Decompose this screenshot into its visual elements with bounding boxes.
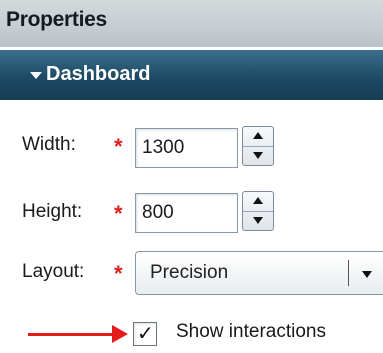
arrow-down-icon bbox=[253, 217, 263, 224]
properties-header: Properties bbox=[0, 0, 383, 47]
annotation-arrow-shaft bbox=[28, 333, 120, 336]
width-field-container bbox=[135, 128, 238, 168]
width-increment-button[interactable] bbox=[243, 127, 273, 147]
arrow-up-icon bbox=[253, 197, 263, 204]
required-marker: * bbox=[114, 201, 123, 226]
required-marker: * bbox=[114, 261, 123, 286]
height-stepper bbox=[242, 191, 274, 231]
width-input[interactable] bbox=[136, 129, 237, 167]
layout-dropdown[interactable]: Precision bbox=[135, 251, 383, 295]
show-interactions-checkbox[interactable]: ✓ bbox=[133, 321, 157, 346]
height-field-container bbox=[135, 193, 238, 233]
arrow-down-icon bbox=[253, 152, 263, 159]
arrow-up-icon bbox=[253, 132, 263, 139]
width-label: Width: bbox=[22, 134, 76, 155]
width-decrement-button[interactable] bbox=[243, 146, 273, 165]
show-interactions-label[interactable]: Show interactions bbox=[176, 321, 326, 343]
height-label: Height: bbox=[22, 201, 83, 222]
checkmark-icon: ✓ bbox=[137, 321, 154, 345]
caret-down-icon[interactable] bbox=[30, 72, 42, 79]
width-stepper bbox=[242, 126, 274, 166]
dropdown-divider bbox=[348, 260, 349, 286]
dashboard-section-title: Dashboard bbox=[46, 63, 151, 85]
height-decrement-button[interactable] bbox=[243, 211, 273, 230]
annotation-arrow-icon bbox=[112, 325, 128, 343]
required-marker: * bbox=[114, 134, 123, 159]
properties-title: Properties bbox=[6, 8, 107, 31]
layout-label: Layout: bbox=[22, 261, 85, 282]
chevron-down-icon[interactable] bbox=[362, 271, 372, 278]
height-input[interactable] bbox=[136, 194, 237, 232]
layout-selected-value: Precision bbox=[150, 262, 229, 283]
height-increment-button[interactable] bbox=[243, 192, 273, 212]
